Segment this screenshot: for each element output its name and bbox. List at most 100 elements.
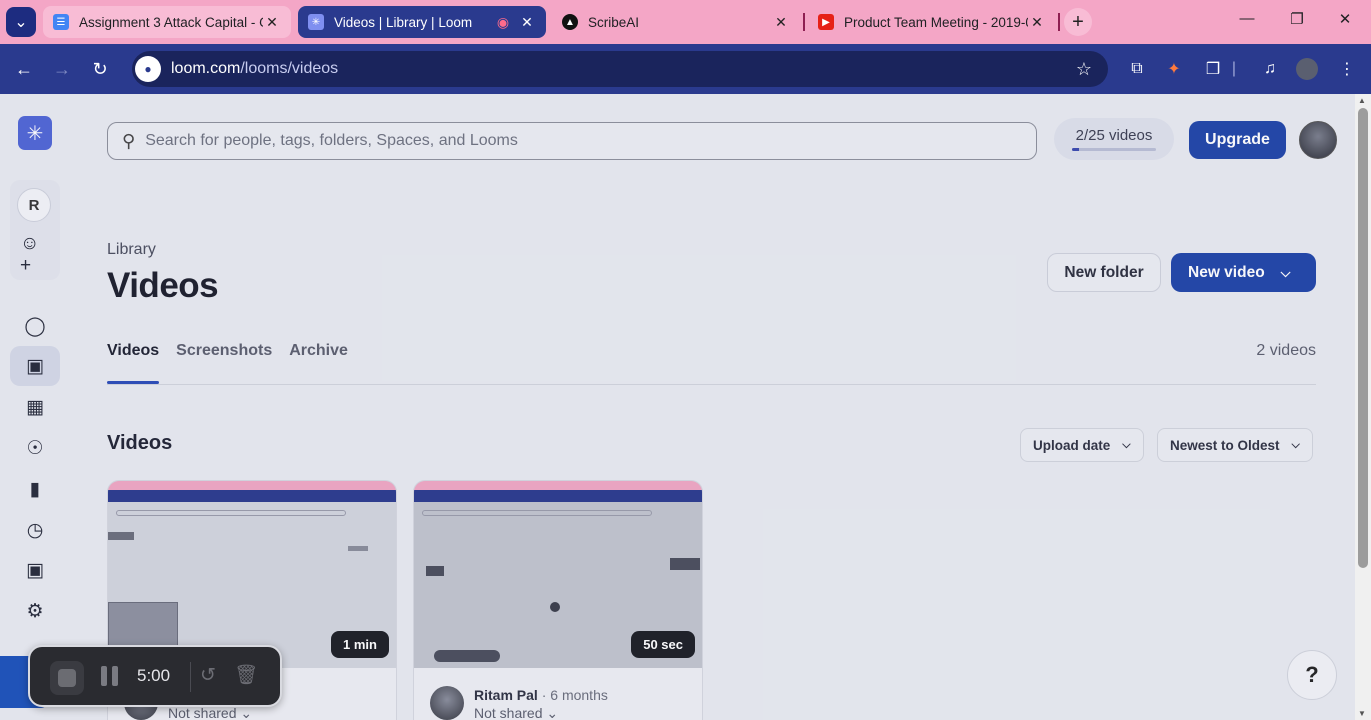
side-rail: ✳ R ☺+ ◯ ▣ ▦ ☉ ▮ ◷ ▣ ⚙ xyxy=(0,94,72,720)
video-meta: Ritam Pal · 6 months Not shared ⌄ xyxy=(430,684,690,720)
invite-user-icon[interactable]: ☺+ xyxy=(20,233,50,276)
scroll-down-arrow-icon[interactable]: ▼ xyxy=(1358,709,1366,718)
chevron-down-icon: ⌄ xyxy=(546,705,559,720)
toolbar-divider: | xyxy=(1231,60,1237,77)
video-quota-indicator[interactable]: 2/25 videos xyxy=(1054,118,1174,160)
fox-extension-icon[interactable]: ✦ xyxy=(1163,58,1185,80)
gear-icon[interactable]: ⚙ xyxy=(20,596,50,626)
user-avatar[interactable] xyxy=(1299,121,1337,159)
profile-avatar-icon[interactable] xyxy=(1296,58,1318,80)
browser-tab-strip: ⌄ ☰ Assignment 3 Attack Capital - G ✕ ✳ … xyxy=(0,0,1371,44)
recording-indicator-icon: ◉ xyxy=(496,13,510,30)
video-count: 2 videos xyxy=(1256,342,1316,359)
tab-archive[interactable]: Archive xyxy=(289,342,348,384)
recording-timer: 5:00 xyxy=(137,666,171,685)
url-text: loom.com/looms/videos xyxy=(171,60,339,77)
new-tab-button[interactable]: + xyxy=(1064,8,1092,36)
window-close-button[interactable]: ✕ xyxy=(1332,10,1358,28)
browser-tab-youtube[interactable]: ▶ Product Team Meeting - 2019-0 ✕ xyxy=(808,6,1056,38)
share-status-dropdown[interactable]: Not shared ⌄ xyxy=(168,705,252,720)
page-scrollbar[interactable]: ▲ ▼ xyxy=(1355,94,1371,720)
loom-library-page: ✳ R ☺+ ◯ ▣ ▦ ☉ ▮ ◷ ▣ ⚙ ⚲ 2/25 videos Upg… xyxy=(0,94,1355,720)
address-bar[interactable]: ● loom.com/looms/videos ☆ xyxy=(132,51,1108,87)
loom-icon: ✳ xyxy=(308,14,324,30)
tabs-divider xyxy=(107,384,1316,385)
personal-icon[interactable]: ◯ xyxy=(20,311,50,341)
scrollbar-thumb[interactable] xyxy=(1358,108,1368,568)
plus-icon: + xyxy=(1072,10,1084,33)
back-button[interactable]: ← xyxy=(12,57,36,81)
search-input[interactable] xyxy=(145,132,986,150)
help-button[interactable]: ? xyxy=(1287,650,1337,700)
restore-button[interactable]: ❐ xyxy=(1284,10,1310,28)
bookmark-icon[interactable]: ▮ xyxy=(20,474,50,504)
arrow-left-icon: ← xyxy=(15,58,33,79)
tab-search-button[interactable]: ⌄ xyxy=(6,7,36,37)
share-status-dropdown[interactable]: Not shared ⌄ xyxy=(474,705,558,720)
forward-button[interactable]: → xyxy=(50,57,74,81)
browser-tab-docs[interactable]: ☰ Assignment 3 Attack Capital - G ✕ xyxy=(43,6,291,38)
upgrade-button[interactable]: Upgrade xyxy=(1189,121,1286,159)
close-icon[interactable]: ✕ xyxy=(263,14,281,31)
recorder-divider xyxy=(190,662,191,692)
minimize-button[interactable]: — xyxy=(1234,10,1260,27)
video-thumbnail[interactable]: 50 sec xyxy=(414,481,702,668)
calendar-icon[interactable]: ▦ xyxy=(20,392,50,422)
page-title: Videos xyxy=(107,266,219,305)
browser-tab-loom[interactable]: ✳ Videos | Library | Loom ◉ ✕ xyxy=(298,6,546,38)
screen-share-extension-icon[interactable]: ⧉ xyxy=(1126,58,1148,80)
browser-tab-scribe[interactable]: ▲ ScribeAI ✕ xyxy=(552,6,800,38)
arrow-right-icon: → xyxy=(53,58,71,79)
video-card[interactable]: 50 sec Ritam Pal · 6 months Not shared ⌄ xyxy=(413,480,703,720)
search-icon: ⚲ xyxy=(122,130,136,151)
scroll-up-arrow-icon[interactable]: ▲ xyxy=(1358,96,1366,105)
recording-controls: 5:00 ↺ 🗑 xyxy=(28,645,282,707)
pause-icon xyxy=(100,666,107,686)
search-bar[interactable]: ⚲ xyxy=(107,122,1037,160)
breadcrumb[interactable]: Library xyxy=(107,241,156,259)
sort-order-dropdown[interactable]: Newest to Oldest ⌵ xyxy=(1157,428,1313,462)
quota-progress-fill xyxy=(1072,148,1079,151)
bell-icon[interactable]: ☉ xyxy=(20,433,50,463)
scribe-icon: ▲ xyxy=(562,14,578,30)
reload-button[interactable]: ↻ xyxy=(88,57,112,81)
browser-toolbar: ← → ↻ ● loom.com/looms/videos ☆ ⧉ ✦ ❒ | … xyxy=(0,44,1371,94)
close-icon[interactable]: ✕ xyxy=(1028,14,1046,31)
restart-icon[interactable]: ↺ xyxy=(200,664,216,687)
library-tabs: Videos Screenshots Archive xyxy=(107,342,365,384)
gift-icon[interactable]: ▣ xyxy=(20,555,50,585)
video-thumbnail[interactable]: 1 min xyxy=(108,481,396,668)
chevron-down-icon: ⌵ xyxy=(1122,438,1131,451)
tab-videos[interactable]: Videos xyxy=(107,342,160,384)
new-folder-button[interactable]: New folder xyxy=(1047,253,1161,292)
media-control-icon[interactable]: ♫ xyxy=(1259,58,1281,80)
quota-progress-bar xyxy=(1072,148,1156,151)
reload-icon: ↻ xyxy=(92,58,108,79)
bookmark-star-icon[interactable]: ☆ xyxy=(1076,59,1092,80)
close-icon[interactable]: ✕ xyxy=(518,14,536,31)
chevron-down-icon: ⌵ xyxy=(1280,264,1291,280)
clock-icon[interactable]: ◷ xyxy=(20,515,50,545)
trash-icon[interactable]: 🗑 xyxy=(234,663,258,687)
stop-icon xyxy=(58,669,76,687)
sort-by-dropdown[interactable]: Upload date ⌵ xyxy=(1020,428,1144,462)
stop-recording-button[interactable] xyxy=(50,661,84,695)
loom-logo-icon[interactable]: ✳ xyxy=(18,116,52,150)
tab-divider xyxy=(1058,13,1060,31)
section-title: Videos xyxy=(107,432,173,454)
duration-badge: 1 min xyxy=(331,631,389,658)
library-icon[interactable]: ▣ xyxy=(20,351,50,381)
youtube-icon: ▶ xyxy=(818,14,834,30)
tab-screenshots[interactable]: Screenshots xyxy=(176,342,272,384)
docs-icon: ☰ xyxy=(53,14,69,30)
kebab-menu-icon[interactable]: ⋮ xyxy=(1336,58,1358,80)
tab-divider xyxy=(803,13,805,31)
workspace-avatar[interactable]: R xyxy=(17,188,51,222)
new-video-button[interactable]: New video ⌵ xyxy=(1171,253,1316,292)
duration-badge: 50 sec xyxy=(631,631,695,658)
pause-button[interactable] xyxy=(98,666,120,688)
site-info-icon[interactable]: ● xyxy=(135,56,161,82)
close-icon[interactable]: ✕ xyxy=(772,14,790,31)
avatar xyxy=(430,686,464,720)
puzzle-extensions-icon[interactable]: ❒ xyxy=(1202,58,1224,80)
